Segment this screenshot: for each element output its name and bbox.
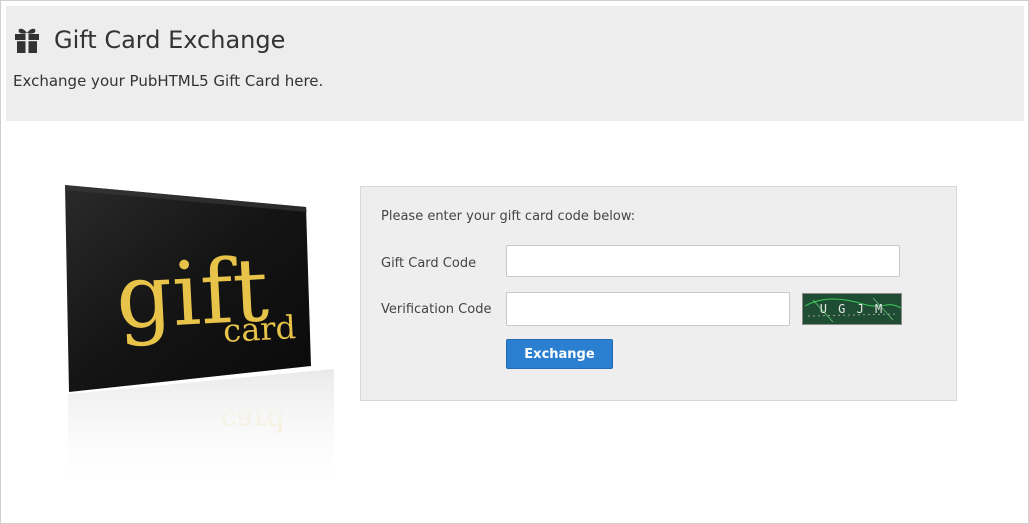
exchange-button[interactable]: Exchange xyxy=(506,339,613,369)
verification-code-input[interactable] xyxy=(506,292,790,326)
gift-card-code-label: Gift Card Code xyxy=(381,256,477,271)
page-header: Gift Card Exchange Exchange your PubHTML… xyxy=(6,6,1024,121)
verification-code-label: Verification Code xyxy=(381,302,492,317)
gift-icon xyxy=(15,28,39,53)
captcha-text: U G J M xyxy=(819,302,885,316)
exchange-panel: Please enter your gift card code below: … xyxy=(360,186,957,401)
form-prompt: Please enter your gift card code below: xyxy=(381,209,636,224)
page-title: Gift Card Exchange xyxy=(54,26,286,54)
gift-card-code-input[interactable] xyxy=(506,245,900,277)
page-subtitle: Exchange your PubHTML5 Gift Card here. xyxy=(13,72,324,90)
gift-card-image: gift card card xyxy=(41,176,351,496)
title-row: Gift Card Exchange xyxy=(14,26,285,54)
captcha-image[interactable]: U G J M xyxy=(802,293,902,325)
svg-text:card: card xyxy=(221,404,285,437)
page-frame: Gift Card Exchange Exchange your PubHTML… xyxy=(0,0,1029,524)
card-word-card: card xyxy=(222,308,297,350)
